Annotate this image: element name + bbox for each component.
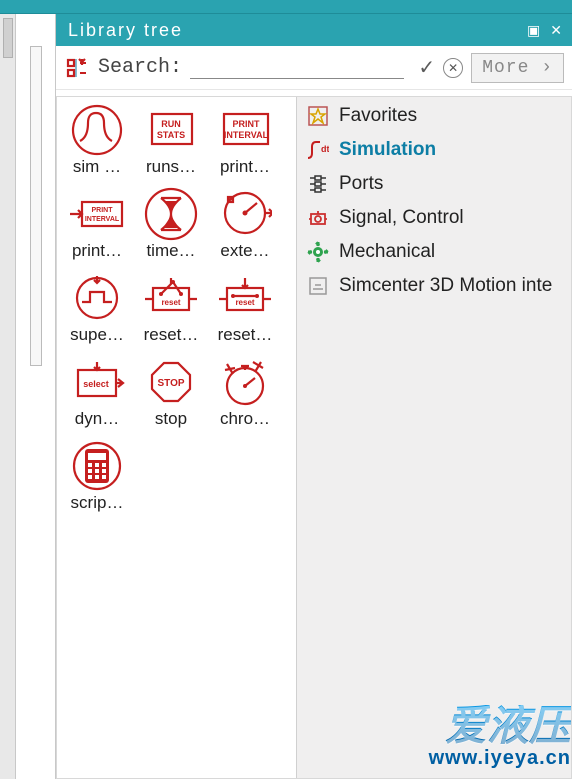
lib-item-label: reset… [209,325,281,345]
signal-wave-icon [67,103,127,157]
lib-item-printinterval2[interactable]: PRINT INTERVAL print… [61,187,133,271]
lib-item-printinterval1[interactable]: PRINT INTERVAL print… [209,103,281,187]
library-items-pane: sim … RUN STATS runs… [57,97,297,778]
category-simcenter-3d[interactable]: Simcenter 3D Motion inte [297,269,571,303]
category-list: Favorites dt Simulation [297,97,571,305]
lib-item-stop[interactable]: STOP stop [135,355,207,439]
run-stats-icon: RUN STATS [141,103,201,157]
category-label: Signal, Control [339,207,464,229]
svg-text:dt: dt [321,144,329,154]
search-input[interactable] [190,56,404,79]
gauge-icon: P [215,187,275,241]
pulse-icon [67,271,127,325]
svg-text:INTERVAL: INTERVAL [224,130,269,140]
reset-block-icon: reset [141,271,201,325]
svg-text:reset: reset [235,298,254,307]
category-ports[interactable]: Ports [297,167,571,201]
dock-icon[interactable]: ▣ [527,22,540,39]
svg-text:RUN: RUN [161,119,181,129]
close-icon[interactable]: ✕ [550,22,562,39]
svg-text:PRINT: PRINT [92,207,114,214]
category-favorites[interactable]: Favorites [297,99,571,133]
hourglass-icon [141,187,201,241]
lib-item-runstats[interactable]: RUN STATS runs… [135,103,207,187]
print-interval-icon: PRINT INTERVAL [215,103,275,157]
gear-icon [307,241,329,263]
category-label: Ports [339,173,383,195]
category-label: Favorites [339,105,417,127]
svg-text:STOP: STOP [157,378,184,389]
app-top-bar [0,0,572,14]
category-label: Simulation [339,139,436,161]
ruler [30,46,42,366]
lib-item-label: chro… [209,409,281,429]
svg-text:select: select [83,379,109,389]
lib-item-label: time… [135,241,207,261]
motion-icon [307,275,329,297]
svg-text:PRINT: PRINT [233,119,261,129]
library-items-grid: sim … RUN STATS runs… [61,103,292,523]
search-bar: Search: ✓ ✕ More › [56,46,572,90]
star-icon [307,105,329,127]
category-simulation[interactable]: dt Simulation [297,133,571,167]
lib-item-label: sim … [61,157,133,177]
library-categories-pane: Favorites dt Simulation [297,97,571,778]
lib-item-label: exte… [209,241,281,261]
calculator-icon [67,439,127,493]
reset-block2-icon: reset [215,271,275,325]
lib-item-chrono[interactable]: chro… [209,355,281,439]
panel-window-buttons[interactable]: ▣ ✕ [527,22,562,39]
lib-item-script[interactable]: scrip… [61,439,133,523]
panel-titlebar: Library tree ▣ ✕ [56,14,572,46]
dock-tab[interactable] [3,18,13,58]
panel-body: Search: ✓ ✕ More › sim … [56,46,572,779]
category-label: Mechanical [339,241,435,263]
panel-title: Library tree [68,20,183,41]
lib-item-sim[interactable]: sim … [61,103,133,187]
left-dock-gutter[interactable] [0,14,16,779]
lib-item-label: runs… [135,157,207,177]
confirm-icon[interactable]: ✓ [418,55,435,80]
library-split: sim … RUN STATS runs… [56,96,572,779]
clear-icon[interactable]: ✕ [443,58,463,78]
ports-icon [307,173,329,195]
svg-text:INTERVAL: INTERVAL [85,216,120,223]
watermark-url: www.iyeya.cn [429,747,571,770]
vertical-ruler-strip [16,14,56,779]
watermark-title: 爱液压 [445,705,571,747]
lib-item-label: print… [61,241,133,261]
lib-item-label: scrip… [61,493,133,513]
category-mechanical[interactable]: Mechanical [297,235,571,269]
lib-item-label: supe… [61,325,133,345]
lib-item-reset2[interactable]: reset reset… [209,271,281,355]
lib-item-reset1[interactable]: reset reset… [135,271,207,355]
svg-text:P: P [228,198,232,204]
category-label: Simcenter 3D Motion inte [339,275,552,297]
stopwatch-icon [215,355,275,409]
lib-item-label: stop [135,409,207,429]
watermark: 爱液压 www.iyeya.cn [429,705,571,770]
select-block-icon: select [67,355,127,409]
lib-item-superset[interactable]: supe… [61,271,133,355]
lib-item-label: dyn… [61,409,133,429]
search-label: Search: [98,56,182,79]
tree-filter-icon[interactable] [64,55,90,81]
category-signal-control[interactable]: Signal, Control [297,201,571,235]
lib-item-dynamic[interactable]: select dyn… [61,355,133,439]
control-icon [307,207,329,229]
svg-text:reset: reset [161,298,180,307]
stop-sign-icon: STOP [141,355,201,409]
lib-item-external[interactable]: P exte… [209,187,281,271]
lib-item-label: print… [209,157,281,177]
svg-text:STATS: STATS [157,130,185,140]
workspace: Library tree ▣ ✕ Search: ✓ [0,14,572,779]
integral-icon: dt [307,139,329,161]
lib-item-time[interactable]: time… [135,187,207,271]
more-button[interactable]: More › [471,53,564,83]
print-interval-arrow-icon: PRINT INTERVAL [67,187,127,241]
lib-item-label: reset… [135,325,207,345]
library-tree-panel: Library tree ▣ ✕ Search: ✓ [56,14,572,779]
